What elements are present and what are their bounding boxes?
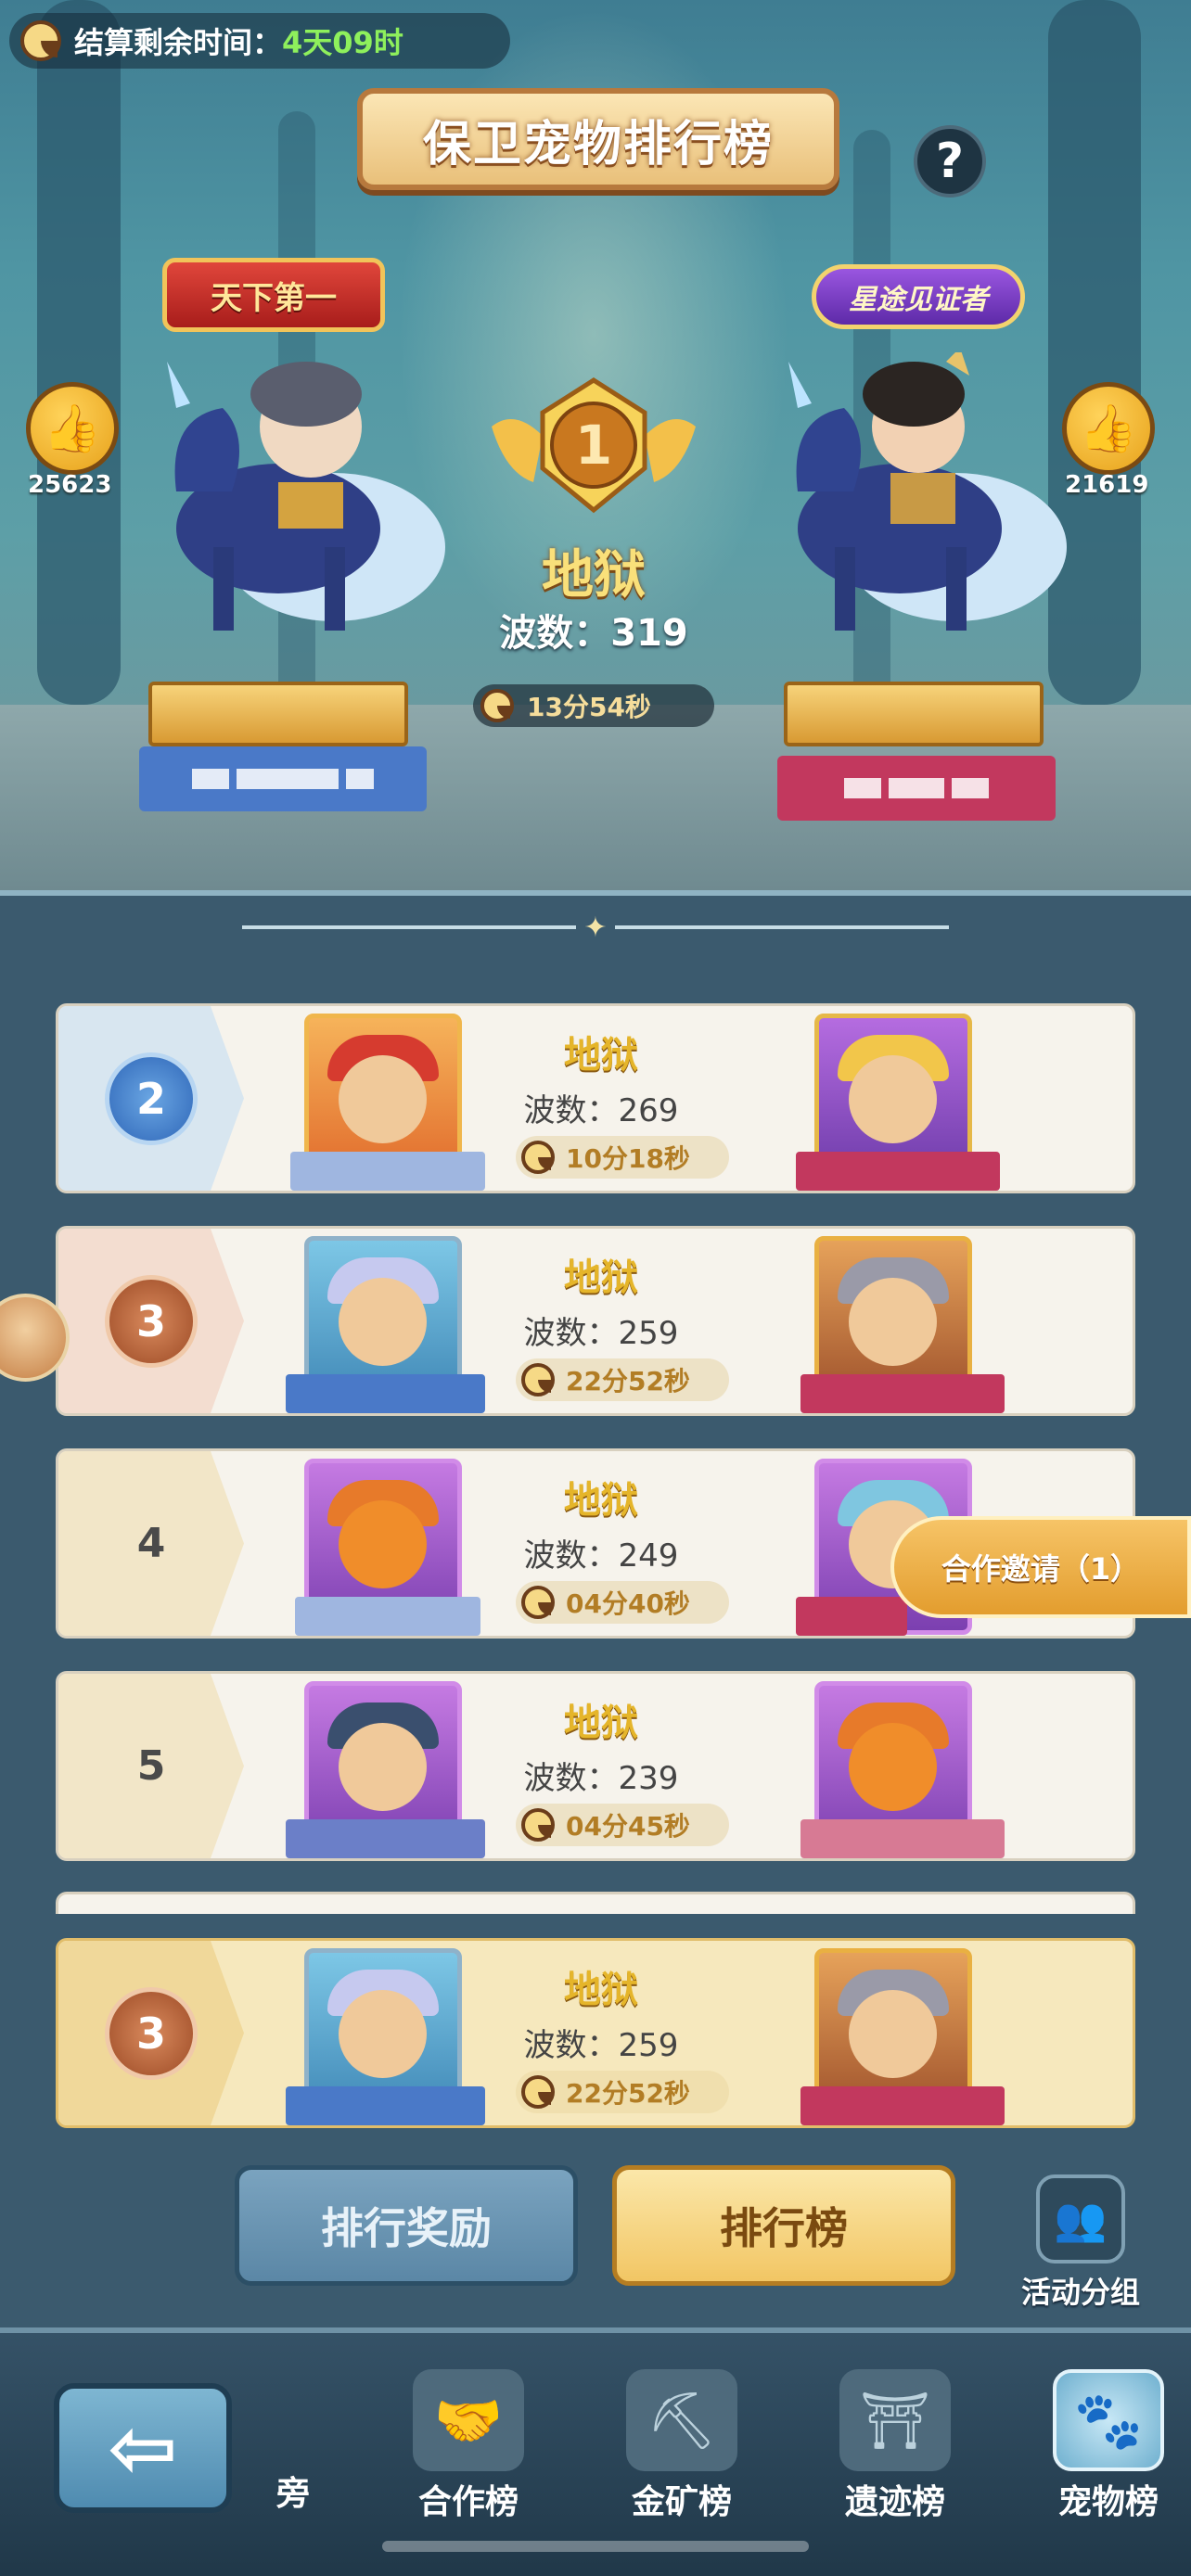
difficulty-label: 地狱 xyxy=(564,1702,638,1744)
wave-count: 波数：239 xyxy=(523,1760,679,1797)
player-name-blurred xyxy=(286,2086,485,2125)
activity-group-button[interactable]: 👥 活动分组 xyxy=(1011,2174,1150,2312)
title-badge-top: 天下第一 xyxy=(162,258,385,332)
rank-cell: 3 xyxy=(58,1229,244,1413)
rank-medal-silver: 2 xyxy=(105,1052,198,1145)
title-banner: 保卫宠物排行榜 xyxy=(357,88,839,190)
clear-time: 04分40秒 xyxy=(516,1581,729,1624)
rank-1-number: 1 xyxy=(575,414,612,477)
like-count-right: 21619 xyxy=(1065,471,1149,499)
nav-label: 金矿榜 xyxy=(631,2483,732,2521)
rank-1-medal: 1 xyxy=(492,377,696,514)
ranking-row[interactable]: 2 地狱 波数：269 10分18秒 xyxy=(56,1003,1135,1193)
nav-item-partial-label[interactable]: 旁 xyxy=(276,2467,310,2515)
ranking-row[interactable]: 5 地狱 波数：239 04分45秒 xyxy=(56,1671,1135,1861)
player-name-blurred xyxy=(796,1597,907,1636)
player-name-blurred xyxy=(800,2086,1005,2125)
wave-count: 波数：259 xyxy=(523,1315,679,1352)
back-button[interactable]: ⇦ xyxy=(54,2383,232,2513)
ruins-icon: ⛩ xyxy=(839,2369,951,2471)
countdown-bar: 结算剩余时间： 4天09时 xyxy=(9,13,510,69)
activity-group-label: 活动分组 xyxy=(1020,2275,1140,2310)
handshake-icon: 🤝 xyxy=(413,2369,524,2471)
time-value: 04分45秒 xyxy=(566,1811,690,1842)
player-name-blurred xyxy=(796,1152,1000,1191)
unicorn-mount-left[interactable] xyxy=(139,352,445,649)
mine-cart-icon: ⛏ xyxy=(626,2369,737,2471)
time-value: 22分52秒 xyxy=(566,1366,690,1396)
home-indicator xyxy=(382,2541,809,2552)
title-badge-witness: 星途见证者 xyxy=(812,264,1025,329)
player-name-blurred xyxy=(295,1597,480,1636)
clear-time: 22分52秒 xyxy=(516,2071,729,2113)
rank-cell: 3 xyxy=(58,1941,244,2125)
time-value: 22分52秒 xyxy=(566,2078,690,2109)
difficulty-label: 地狱 xyxy=(564,1256,638,1299)
difficulty-label: 地狱 xyxy=(564,1479,638,1522)
clock-icon xyxy=(521,1808,555,1842)
time-value: 04分40秒 xyxy=(566,1588,690,1619)
tab-rank-rewards[interactable]: 排行奖励 xyxy=(235,2165,578,2286)
clear-time: 04分45秒 xyxy=(516,1804,729,1846)
player-name-blurred xyxy=(800,1819,1005,1858)
pedestal-left xyxy=(148,682,408,746)
nav-item-coop[interactable]: 🤝 合作榜 xyxy=(390,2369,547,2523)
pedestal-right xyxy=(784,682,1044,746)
thumbs-up-icon[interactable]: 👍 xyxy=(1062,382,1155,475)
nav-label: 宠物榜 xyxy=(1057,2483,1159,2521)
countdown-label: 结算剩余时间： xyxy=(74,25,283,60)
player-name-left xyxy=(139,746,427,811)
rank-number: 5 xyxy=(136,1742,166,1790)
ranking-row-partial xyxy=(56,1892,1135,1914)
time-value: 10分18秒 xyxy=(566,1143,690,1174)
ranking-row[interactable]: 3 地狱 波数：259 22分52秒 xyxy=(56,1226,1135,1416)
rank-cell: 4 xyxy=(58,1451,244,1636)
top-wave-count: 波数：319 xyxy=(499,612,688,655)
clear-time: 10分18秒 xyxy=(516,1136,729,1179)
nav-item-goldmine[interactable]: ⛏ 金矿榜 xyxy=(603,2369,761,2523)
top-clear-time: 13分54秒 xyxy=(473,684,714,727)
page-title: 保卫宠物排行榜 xyxy=(422,116,774,172)
clear-time: 22分52秒 xyxy=(516,1358,729,1401)
wave-count: 波数：249 xyxy=(523,1537,679,1575)
clock-icon xyxy=(521,1586,555,1619)
clock-icon xyxy=(20,20,61,61)
clock-icon xyxy=(521,1141,555,1174)
help-button[interactable]: ? xyxy=(914,125,986,198)
wave-count: 波数：259 xyxy=(523,2027,679,2064)
like-count-left: 25623 xyxy=(28,471,112,499)
coop-invite-button[interactable]: 合作邀请（1） xyxy=(890,1516,1191,1618)
clock-icon xyxy=(521,1363,555,1396)
panel-divider: ✦ xyxy=(0,899,1191,955)
nav-item-ruins[interactable]: ⛩ 遗迹榜 xyxy=(816,2369,974,2523)
player-name-blurred xyxy=(286,1374,485,1413)
group-icon: 👥 xyxy=(1036,2174,1125,2264)
top-time-value: 13分54秒 xyxy=(527,692,651,722)
rank-cell: 5 xyxy=(58,1674,244,1858)
player-name-blurred xyxy=(290,1152,485,1191)
tab-leaderboard[interactable]: 排行榜 xyxy=(612,2165,955,2286)
unicorn-mount-right[interactable] xyxy=(761,352,1067,649)
nav-label: 遗迹榜 xyxy=(844,2483,945,2521)
top-difficulty: 地狱 xyxy=(542,545,646,606)
player-name-right xyxy=(777,756,1056,821)
rank-medal-bronze: 3 xyxy=(105,1986,198,2080)
rank-number: 4 xyxy=(136,1520,166,1567)
rank-cell: 2 xyxy=(58,1006,244,1191)
difficulty-label: 地狱 xyxy=(564,1969,638,2011)
rank-medal-bronze: 3 xyxy=(105,1274,198,1368)
countdown-value: 4天09时 xyxy=(282,25,403,60)
nav-label: 合作榜 xyxy=(417,2483,519,2521)
my-ranking-row[interactable]: 3 地狱 波数：259 22分52秒 xyxy=(56,1938,1135,2128)
clock-icon xyxy=(480,689,514,722)
tree-trunk xyxy=(37,0,121,705)
paw-icon: 🐾 xyxy=(1053,2369,1164,2471)
wave-count: 波数：269 xyxy=(523,1092,679,1129)
player-name-blurred xyxy=(800,1374,1005,1413)
clock-icon xyxy=(521,2075,555,2109)
difficulty-label: 地狱 xyxy=(564,1034,638,1077)
player-name-blurred xyxy=(286,1819,485,1858)
thumbs-up-icon[interactable]: 👍 xyxy=(26,382,119,475)
nav-item-pet[interactable]: 🐾 宠物榜 xyxy=(1030,2369,1187,2523)
